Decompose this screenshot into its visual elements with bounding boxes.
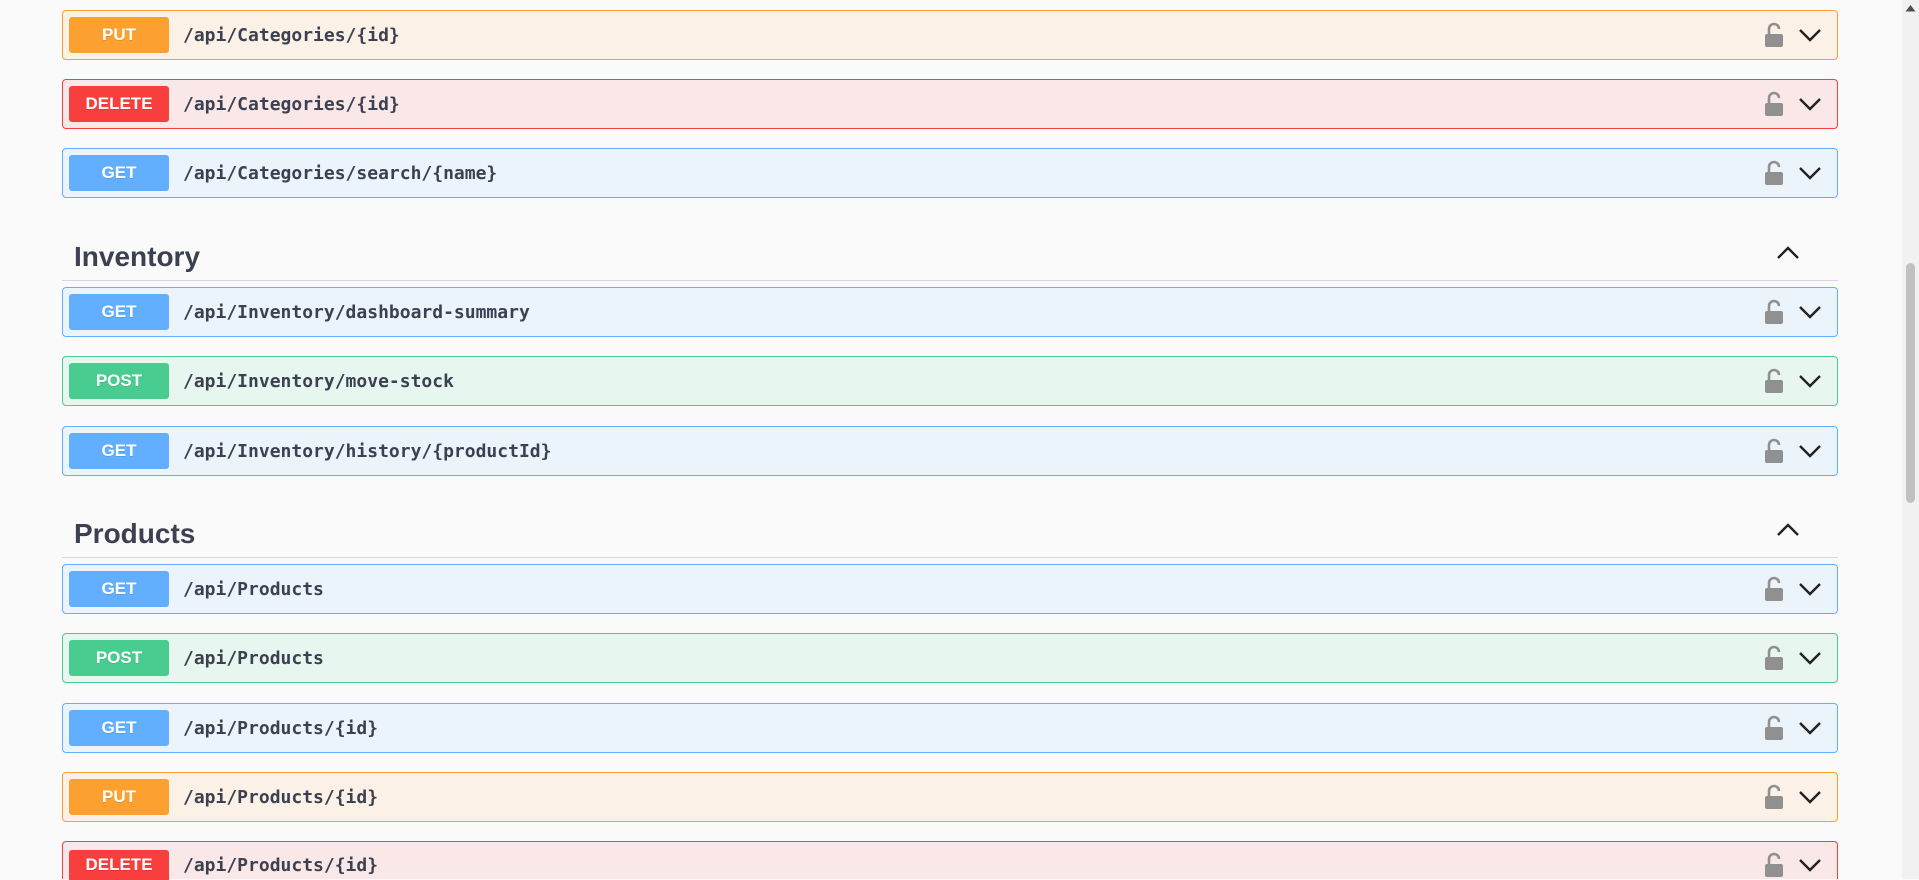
- method-badge: PUT: [69, 779, 169, 815]
- unlock-icon[interactable]: [1763, 22, 1785, 48]
- chevron-down-icon[interactable]: [1797, 718, 1823, 738]
- operation-path: /api/Products: [183, 647, 324, 669]
- operation-put-products-id[interactable]: PUT /api/Products/{id}: [62, 772, 1838, 822]
- method-badge: DELETE: [69, 850, 169, 880]
- method-badge: GET: [69, 571, 169, 607]
- scrollbar-thumb[interactable]: [1906, 263, 1915, 503]
- operation-delete-products-id[interactable]: DELETE /api/Products/{id}: [62, 841, 1838, 880]
- operation-get-products[interactable]: GET /api/Products: [62, 564, 1838, 614]
- unlock-icon[interactable]: [1763, 438, 1785, 464]
- operation-path: /api/Products/{id}: [183, 717, 379, 739]
- unlock-icon[interactable]: [1763, 160, 1785, 186]
- chevron-down-icon[interactable]: [1797, 579, 1823, 599]
- chevron-up-icon[interactable]: [1774, 243, 1802, 263]
- scroll-up-arrow-icon[interactable]: [1905, 4, 1916, 12]
- operation-get-inventory-history[interactable]: GET /api/Inventory/history/{productId}: [62, 426, 1838, 476]
- method-badge: POST: [69, 363, 169, 399]
- method-badge: PUT: [69, 17, 169, 53]
- operation-path: /api/Categories/search/{name}: [183, 162, 498, 184]
- operation-put-categories-id[interactable]: PUT /api/Categories/{id}: [62, 10, 1838, 60]
- method-badge: POST: [69, 640, 169, 676]
- operation-path: /api/Products/{id}: [183, 786, 379, 808]
- method-badge: GET: [69, 294, 169, 330]
- unlock-icon[interactable]: [1763, 852, 1785, 878]
- chevron-down-icon[interactable]: [1797, 441, 1823, 461]
- method-badge: GET: [69, 433, 169, 469]
- operation-post-inventory-move-stock[interactable]: POST /api/Inventory/move-stock: [62, 356, 1838, 406]
- unlock-icon[interactable]: [1763, 576, 1785, 602]
- operation-path: /api/Inventory/move-stock: [183, 370, 454, 392]
- operation-delete-categories-id[interactable]: DELETE /api/Categories/{id}: [62, 79, 1838, 129]
- operation-path: /api/Categories/{id}: [183, 93, 400, 115]
- method-badge: DELETE: [69, 86, 169, 122]
- section-header-inventory[interactable]: Inventory: [62, 227, 1838, 281]
- chevron-down-icon[interactable]: [1797, 163, 1823, 183]
- operation-get-products-id[interactable]: GET /api/Products/{id}: [62, 703, 1838, 753]
- section-title: Inventory: [74, 241, 201, 272]
- chevron-down-icon[interactable]: [1797, 302, 1823, 322]
- section-title: Products: [74, 518, 196, 549]
- operation-get-inventory-dashboard-summary[interactable]: GET /api/Inventory/dashboard-summary: [62, 287, 1838, 337]
- operation-path: /api/Categories/{id}: [183, 24, 400, 46]
- chevron-down-icon[interactable]: [1797, 787, 1823, 807]
- unlock-icon[interactable]: [1763, 91, 1785, 117]
- chevron-down-icon[interactable]: [1797, 94, 1823, 114]
- chevron-down-icon[interactable]: [1797, 25, 1823, 45]
- unlock-icon[interactable]: [1763, 299, 1785, 325]
- unlock-icon[interactable]: [1763, 368, 1785, 394]
- section-header-products[interactable]: Products: [62, 504, 1838, 558]
- operation-get-categories-search[interactable]: GET /api/Categories/search/{name}: [62, 148, 1838, 198]
- operation-path: /api/Inventory/dashboard-summary: [183, 301, 530, 323]
- method-badge: GET: [69, 155, 169, 191]
- chevron-down-icon[interactable]: [1797, 648, 1823, 668]
- operation-path: /api/Products/{id}: [183, 855, 379, 876]
- unlock-icon[interactable]: [1763, 715, 1785, 741]
- operation-path: /api/Products: [183, 578, 324, 600]
- unlock-icon[interactable]: [1763, 645, 1785, 671]
- chevron-up-icon[interactable]: [1774, 520, 1802, 540]
- operation-post-products[interactable]: POST /api/Products: [62, 633, 1838, 683]
- method-badge: GET: [69, 710, 169, 746]
- chevron-down-icon[interactable]: [1797, 855, 1823, 875]
- unlock-icon[interactable]: [1763, 784, 1785, 810]
- vertical-scrollbar[interactable]: [1902, 0, 1919, 879]
- operation-path: /api/Inventory/history/{productId}: [183, 440, 552, 462]
- chevron-down-icon[interactable]: [1797, 371, 1823, 391]
